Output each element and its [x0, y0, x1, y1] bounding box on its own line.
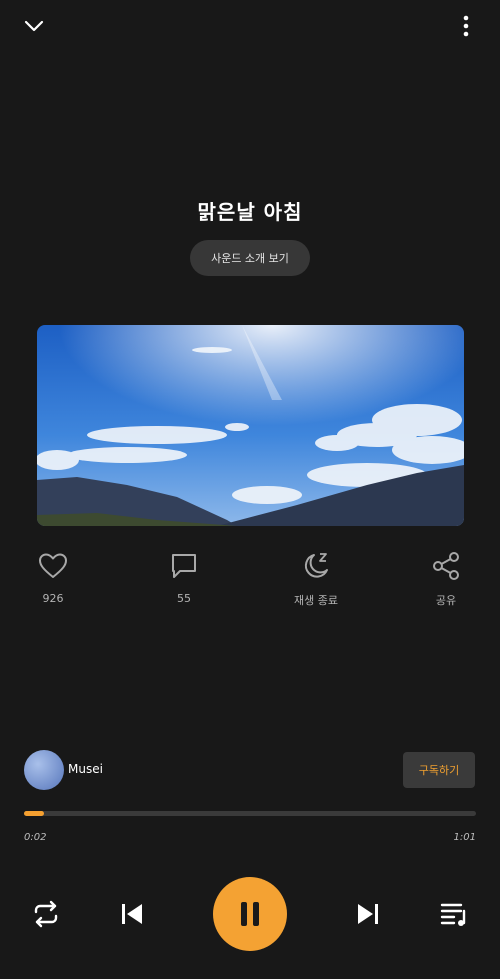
sleep-timer-label: 재생 종료: [294, 594, 338, 607]
chevron-down-icon: [24, 20, 44, 32]
progress-bar[interactable]: [24, 811, 476, 816]
more-vertical-icon: [463, 15, 469, 37]
sleep-timer-action[interactable]: 재생 종료: [286, 550, 346, 608]
playlist-button[interactable]: [434, 894, 474, 934]
sleep-timer-icon: [300, 550, 332, 582]
channel-name[interactable]: Musei: [68, 762, 103, 776]
skip-next-icon: [358, 904, 378, 924]
collapse-button[interactable]: [16, 10, 52, 42]
repeat-icon: [34, 900, 58, 928]
track-title: 맑은날 아침: [197, 200, 303, 224]
share-label: 공유: [435, 594, 457, 607]
heart-icon: [37, 550, 69, 582]
album-artwork: [37, 325, 464, 526]
channel-avatar[interactable]: [24, 750, 64, 790]
pause-icon: [241, 902, 259, 926]
comment-count: 55: [177, 592, 191, 605]
playlist-icon: [440, 903, 466, 926]
comment-action[interactable]: 55: [154, 550, 214, 605]
previous-button[interactable]: [112, 894, 152, 934]
next-button[interactable]: [348, 894, 388, 934]
current-time: 0:02: [24, 832, 47, 843]
skip-previous-icon: [122, 904, 142, 924]
pause-button[interactable]: [213, 877, 287, 951]
like-count: 926: [42, 592, 64, 605]
progress-fill: [24, 811, 45, 816]
like-action[interactable]: 926: [23, 550, 83, 605]
share-action[interactable]: 공유: [416, 550, 476, 608]
share-icon: [430, 550, 462, 582]
comment-icon: [168, 550, 200, 582]
subscribe-button[interactable]: 구독하기: [403, 752, 475, 788]
more-options-button[interactable]: [450, 10, 482, 42]
repeat-button[interactable]: [26, 894, 66, 934]
sound-intro-button[interactable]: 사운드 소개 보기: [190, 240, 310, 276]
total-time: 1:01: [453, 832, 476, 843]
